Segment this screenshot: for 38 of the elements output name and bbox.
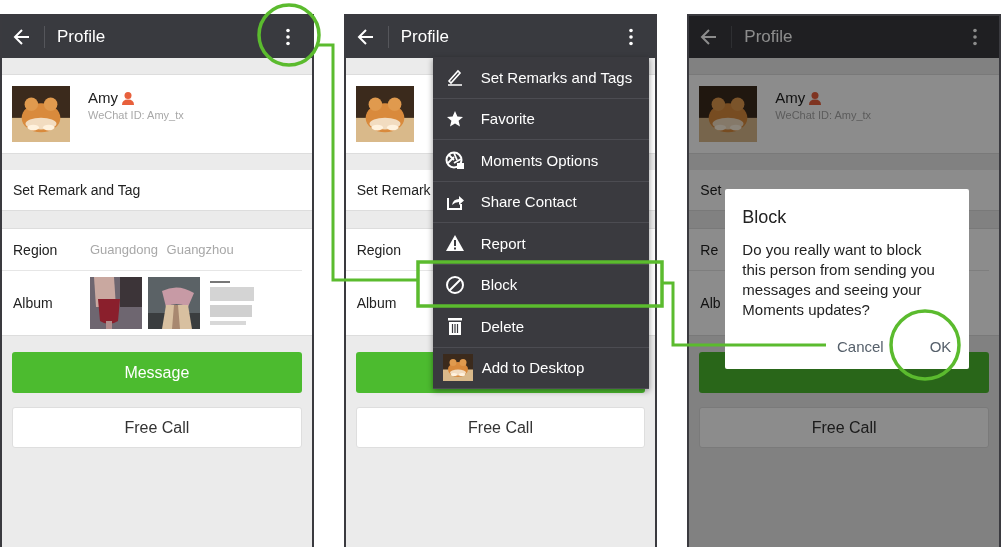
wechat-id: WeChat ID: Amy_tx [88, 109, 184, 121]
dialog-message: Do you really want to block this person from sending you messages and seeing your Moments updates? [742, 240, 936, 320]
block-icon [444, 274, 465, 295]
album-label: Alb [700, 295, 721, 311]
contact-name: Amy [775, 89, 806, 106]
menu-item[interactable]: Moments Options [432, 140, 649, 182]
menu-item[interactable]: Favorite [432, 98, 649, 140]
menu-item[interactable]: Share Contact [432, 181, 649, 223]
dialog-title: Block [742, 207, 788, 228]
album-label: Album [356, 295, 397, 311]
remark-row[interactable]: Set Remark and Tag [2, 170, 312, 211]
call-button[interactable]: Free Call [355, 407, 646, 448]
highlight-circle [889, 309, 961, 381]
person-icon [808, 90, 823, 105]
header-title: Profile [57, 27, 107, 47]
album-label: Album [13, 295, 53, 311]
header-title: Profile [400, 27, 450, 47]
region-value: Guangdong Guangzhou [90, 242, 234, 257]
menu-item[interactable]: Block [432, 264, 649, 306]
back-arrow-icon[interactable] [12, 27, 32, 47]
menu-item[interactable]: Delete [432, 306, 649, 348]
region-label: Region [356, 241, 402, 258]
call-button[interactable]: Free Call [12, 407, 302, 448]
call-button[interactable]: Free Call [699, 407, 989, 448]
person-icon [121, 90, 135, 105]
region-label: Region [13, 241, 58, 258]
dialog-button[interactable]: OK [923, 336, 958, 357]
menu-item[interactable]: Set Remarks and Tags [432, 57, 649, 99]
back-arrow-icon[interactable] [355, 27, 376, 47]
menu-item[interactable]: Report [432, 223, 649, 265]
warning-icon [444, 233, 465, 254]
highlight-circle [257, 3, 321, 67]
aperture-icon [444, 150, 465, 171]
contact-name: Amy [88, 89, 118, 106]
dialog-button[interactable]: Cancel [830, 336, 890, 357]
menu-item[interactable]: Add to Desktop [432, 347, 649, 389]
region-label: Re [700, 241, 719, 258]
header-title: Profile [744, 27, 794, 47]
